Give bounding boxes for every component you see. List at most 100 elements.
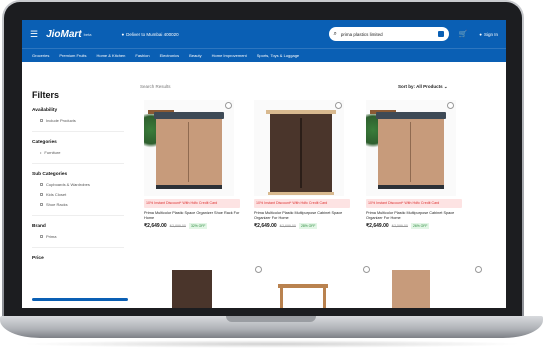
product-image[interactable] <box>366 100 456 196</box>
product-title[interactable]: Prima Multicolor Plastic Multipurpose Ca… <box>366 211 462 221</box>
category-nav: Groceries Premium Fruits Home & Kitchen … <box>22 48 506 62</box>
price-row: ₹2,649.00 ₹3,599.00 26% OFF <box>366 223 462 229</box>
laptop-notch <box>226 316 316 322</box>
nav-item[interactable]: Beauty <box>189 53 201 58</box>
laptop-shadow <box>20 340 523 348</box>
sort-label: Sort by: All Products <box>398 84 443 89</box>
nav-item[interactable]: Home Improvement <box>212 53 247 58</box>
product-image[interactable] <box>392 270 430 308</box>
sort-dropdown[interactable]: Sort by: All Products ⌄ <box>398 84 448 90</box>
cabinet-base-graphic <box>378 185 444 189</box>
location-pin-icon: ● <box>121 31 125 37</box>
brand-sub: beta <box>83 31 92 37</box>
wishlist-heart-icon[interactable] <box>447 102 454 109</box>
filter-option-label: Cupboards & Wardrobes <box>46 182 90 187</box>
table-leg-graphic <box>280 288 283 308</box>
sign-in-button[interactable]: ● Sign In <box>479 32 498 37</box>
product-image[interactable] <box>172 270 212 308</box>
filter-option[interactable]: Kids Closet <box>40 192 124 197</box>
results-search-label: Search Results <box>140 84 171 89</box>
search-bar[interactable]: ⌕ prima plastics limited <box>328 27 449 41</box>
discount-badge: 26% OFF <box>410 223 430 229</box>
search-input[interactable]: prima plastics limited <box>341 32 434 37</box>
divider <box>32 247 124 248</box>
product-price: ₹2,649.00 <box>366 223 389 229</box>
promo-banner: 10% Instant Discount* With Hdfc Credit C… <box>254 199 350 208</box>
filter-option-label: Include Products <box>46 118 76 123</box>
product-title[interactable]: Prima Multicolor Plastic Multipurpose Ca… <box>254 211 350 221</box>
filter-heading-brand: Brand <box>32 224 46 229</box>
filter-heading-sub-categories: Sub Categories <box>32 172 68 177</box>
delivery-location-text: Deliver to Mumbai 400020 <box>126 31 179 37</box>
cabinet-base-graphic <box>156 185 222 189</box>
product-mrp: ₹3,699.00 <box>279 224 296 228</box>
divider <box>32 131 124 132</box>
wishlist-heart-icon[interactable] <box>335 102 342 109</box>
nav-item[interactable]: Fashion <box>135 53 149 58</box>
product-image[interactable] <box>144 100 234 196</box>
filter-option[interactable]: Cupboards & Wardrobes <box>40 182 124 187</box>
product-card[interactable] <box>158 264 262 308</box>
nav-item[interactable]: Sports, Toys & Luggage <box>257 53 299 58</box>
delivery-location[interactable]: ● Deliver to Mumbai 400020 <box>121 32 178 37</box>
hamburger-menu-icon[interactable]: ☰ <box>30 29 38 40</box>
bullet-icon: • <box>40 150 42 155</box>
search-icon: ⌕ <box>333 30 337 37</box>
top-header: ☰ JioMart beta ● Deliver to Mumbai 40002… <box>22 20 506 48</box>
promo-banner: 10% Instant Discount* With Hdfc Credit C… <box>366 199 462 208</box>
filter-option-label: Prima <box>46 234 57 239</box>
wishlist-heart-icon[interactable] <box>475 266 482 273</box>
filter-option-label: Furniture <box>44 150 61 155</box>
discount-badge: 28% OFF <box>298 223 318 229</box>
cabinet-body-graphic <box>378 119 444 185</box>
product-card[interactable]: 10% Instant Discount* With Hdfc Credit C… <box>254 100 350 229</box>
wishlist-heart-icon[interactable] <box>255 266 262 273</box>
wishlist-heart-icon[interactable] <box>225 102 232 109</box>
scan-icon[interactable] <box>437 31 444 37</box>
checkbox[interactable] <box>40 235 43 238</box>
discount-badge: 32% OFF <box>188 223 208 229</box>
checkbox[interactable] <box>40 193 43 196</box>
filter-option[interactable]: • Furniture <box>40 150 124 155</box>
cabinet-base-graphic <box>268 192 334 195</box>
filters-title: Filters <box>32 90 60 100</box>
sign-in-label: Sign In <box>483 31 498 37</box>
filter-heading-price: Price <box>32 256 44 261</box>
product-card[interactable] <box>268 264 370 308</box>
divider <box>32 215 124 216</box>
cart-icon[interactable]: 🛒 <box>459 30 468 38</box>
wishlist-heart-icon[interactable] <box>363 266 370 273</box>
table-leg-graphic <box>323 288 326 308</box>
chevron-down-icon: ⌄ <box>443 84 448 89</box>
product-card[interactable]: 10% Instant Discount* With Hdfc Credit C… <box>366 100 462 229</box>
brand-logo[interactable]: JioMart <box>46 29 82 40</box>
nav-item[interactable]: Electronics <box>160 53 180 58</box>
filter-option[interactable]: Include Products <box>40 118 124 123</box>
filter-option-label: Shoe Racks <box>46 202 68 207</box>
product-title[interactable]: Prima Multicolor Plastic Space Organizer… <box>144 211 240 221</box>
price-range-slider[interactable] <box>32 298 128 301</box>
cabinet-door-split <box>188 122 189 182</box>
product-image[interactable] <box>278 284 328 288</box>
laptop-screen: ☰ JioMart beta ● Deliver to Mumbai 40002… <box>22 20 506 308</box>
filter-option[interactable]: Prima <box>40 234 124 239</box>
price-row: ₹2,649.00 ₹3,699.00 28% OFF <box>254 223 350 229</box>
product-image[interactable] <box>254 100 344 196</box>
product-price: ₹2,649.00 <box>254 223 277 229</box>
checkbox[interactable] <box>40 119 43 122</box>
divider <box>32 163 124 164</box>
price-row: ₹2,649.00 ₹3,899.00 32% OFF <box>144 223 240 229</box>
nav-item[interactable]: Home & Kitchen <box>96 53 125 58</box>
cabinet-top-graphic <box>154 112 224 119</box>
cabinet-door-split <box>410 122 411 182</box>
product-card[interactable] <box>378 264 482 308</box>
product-price: ₹2,649.00 <box>144 223 167 229</box>
cabinet-door-split <box>300 118 302 188</box>
checkbox[interactable] <box>40 183 43 186</box>
product-card[interactable]: 10% Instant Discount* With Hdfc Credit C… <box>144 100 240 229</box>
filter-option[interactable]: Shoe Racks <box>40 202 124 207</box>
filter-heading-categories: Categories <box>32 140 57 145</box>
nav-item[interactable]: Premium Fruits <box>59 53 86 58</box>
nav-item[interactable]: Groceries <box>32 53 49 58</box>
checkbox[interactable] <box>40 203 43 206</box>
